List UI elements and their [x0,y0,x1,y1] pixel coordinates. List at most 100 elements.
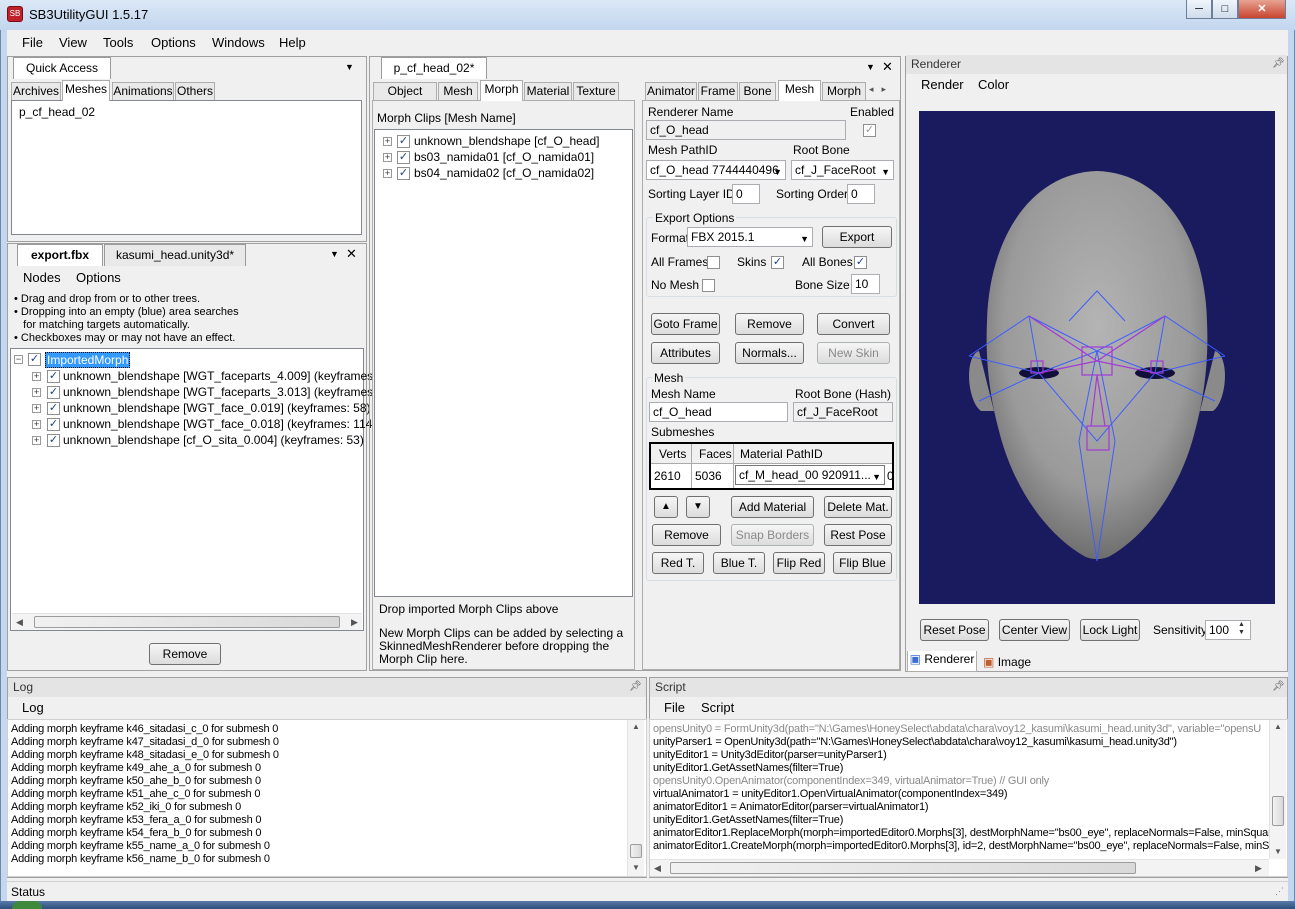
skins-checkbox[interactable]: ✓ [771,256,784,269]
menu-help[interactable]: Help [279,35,306,50]
list-item[interactable]: p_cf_head_02 [19,105,95,119]
tree-node[interactable]: unknown_blendshape [WGT_faceparts_3.013]… [63,385,397,399]
pin-icon[interactable]: 📌︎ [629,681,642,692]
tab-mesh-props[interactable]: Mesh [778,80,821,101]
root-checkbox[interactable]: ✓ [28,353,41,366]
move-up-button[interactable]: ▲ [654,496,678,518]
enabled-checkbox[interactable]: ✓ [863,124,876,137]
menu-nodes[interactable]: Nodes [23,270,61,285]
tab-bone[interactable]: Bone [739,82,776,101]
goto-frame-button[interactable]: Goto Frame [651,313,720,335]
tab-others[interactable]: Others [175,82,215,101]
lock-light-button[interactable]: Lock Light [1080,619,1140,641]
menu-view[interactable]: View [59,35,87,50]
attributes-button[interactable]: Attributes [651,342,720,364]
scroll-thumb[interactable] [630,844,642,858]
scroll-thumb[interactable] [670,862,1136,874]
scroll-left-icon[interactable]: ◀ [16,617,23,628]
tree-node[interactable]: unknown_blendshape [WGT_face_0.019] (key… [63,401,371,415]
expand-icon[interactable]: + [32,372,41,381]
move-down-button[interactable]: ▼ [686,496,710,518]
mesh-pathid-select[interactable]: cf_O_head 7744440496 ▼ [646,160,786,180]
no-mesh-checkbox[interactable] [702,279,715,292]
tab-morph-props[interactable]: Morph [822,82,866,101]
node-checkbox[interactable]: ✓ [47,386,60,399]
scroll-up-icon[interactable]: ▲ [1274,722,1282,731]
tree-node[interactable]: unknown_blendshape [WGT_faceparts_4.009]… [63,369,397,383]
menu-log[interactable]: Log [22,700,44,715]
expand-icon[interactable]: + [32,404,41,413]
remove-submesh-button[interactable]: Remove [652,524,721,546]
close-icon[interactable]: ✕ [346,246,357,262]
cell-faces[interactable]: 5036 [695,469,722,483]
vertical-scrollbar[interactable]: ▲ ▼ [1269,720,1286,859]
tree-node[interactable]: unknown_blendshape [cf_O_sita_0.004] (ke… [63,433,364,447]
tree-root-node[interactable]: ImportedMorph [45,352,131,368]
horizontal-scrollbar[interactable]: ◀ ▶ [650,859,1269,876]
dropdown-icon[interactable]: ▼ [866,62,875,72]
dropdown-icon[interactable]: ▼ [345,62,354,72]
expand-icon[interactable]: + [32,436,41,445]
tab-animator[interactable]: Animator [645,82,697,101]
tab-animations[interactable]: Animations [112,82,174,101]
bone-size-field[interactable]: 10 [851,274,880,294]
tab-archives[interactable]: Archives [11,82,61,101]
format-select[interactable]: FBX 2015.1 ▼ [687,227,813,247]
tree-node[interactable]: bs03_namida01 [cf_O_namida01] [414,150,594,164]
close-button[interactable]: ✕ [1238,0,1286,19]
resize-grip-icon[interactable]: ⋰ [1275,886,1284,897]
tab-export-fbx[interactable]: export.fbx [17,244,103,266]
convert-button[interactable]: Convert [817,313,890,335]
blue-t-button[interactable]: Blue T. [713,552,765,574]
add-material-button[interactable]: Add Material [731,496,814,518]
tab-object-tree[interactable]: Object Tree [373,82,437,115]
horizontal-scrollbar[interactable]: ◀ ▶ [12,613,362,630]
tab-frame[interactable]: Frame [698,82,738,101]
spinner-icon[interactable]: ▲ ▼ [1238,621,1245,637]
root-bone-select[interactable]: cf_J_FaceRoot ▼ [791,160,894,180]
tab-morph[interactable]: Morph [480,80,523,101]
expand-icon[interactable]: + [32,388,41,397]
scroll-down-icon[interactable]: ▼ [632,863,640,872]
delete-mat-button[interactable]: Delete Mat. [824,496,892,518]
col-faces[interactable]: Faces [699,447,732,461]
node-checkbox[interactable]: ✓ [47,370,60,383]
clip-checkbox[interactable]: ✓ [397,135,410,148]
cell-verts[interactable]: 2610 [654,469,681,483]
menu-script[interactable]: Script [701,700,734,715]
rest-pose-button[interactable]: Rest Pose [824,524,892,546]
tab-material[interactable]: Material [524,82,572,101]
snap-borders-button[interactable]: Snap Borders [731,524,814,546]
root-bone-hash-field[interactable]: cf_J_FaceRoot [793,402,893,422]
scroll-up-icon[interactable]: ▲ [632,722,640,731]
flip-red-button[interactable]: Flip Red [773,552,825,574]
maximize-button[interactable]: □ [1212,0,1238,19]
collapse-icon[interactable]: − [14,355,23,364]
tab-texture[interactable]: Texture [573,82,619,101]
vertical-scrollbar[interactable]: ▲ ▼ [627,720,644,876]
all-bones-checkbox[interactable]: ✓ [854,256,867,269]
minimize-button[interactable]: ─ [1186,0,1212,19]
scroll-right-icon[interactable]: ▶ [1255,863,1262,874]
menu-script-file[interactable]: File [664,700,685,715]
expand-icon[interactable]: + [383,137,392,146]
remove-button[interactable]: Remove [149,643,221,665]
tab-image[interactable]: ▣ Image [983,655,1031,669]
tab-scroll-arrows[interactable]: ◂▸ [869,82,899,97]
center-view-button[interactable]: Center View [999,619,1070,641]
tree-node[interactable]: unknown_blendshape [cf_O_head] [414,134,599,148]
sorting-order-field[interactable]: 0 [847,184,875,204]
script-editor[interactable]: opensUnity0 = FormUnity3d(path="N:\Games… [649,719,1288,877]
scroll-thumb[interactable] [1272,796,1284,826]
renderer-name-field[interactable]: cf_O_head [646,120,846,140]
mesh-name-field[interactable]: cf_O_head [649,402,788,422]
normals-button[interactable]: Normals... [735,342,804,364]
menu-windows[interactable]: Windows [212,35,265,50]
scroll-down-icon[interactable]: ▼ [1274,847,1282,856]
col-material-pathid[interactable]: Material PathID [740,447,823,461]
tab-kasumi-head[interactable]: kasumi_head.unity3d* [104,244,246,266]
node-checkbox[interactable]: ✓ [47,402,60,415]
scroll-left-icon[interactable]: ◀ [654,863,661,874]
clip-checkbox[interactable]: ✓ [397,167,410,180]
start-icon[interactable] [12,901,42,909]
